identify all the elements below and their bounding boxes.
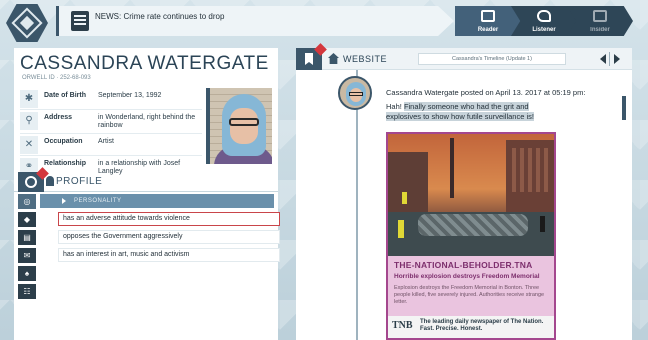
orwell-id: ORWELL ID · 252-68-093 xyxy=(22,75,91,81)
post-text-plain: Hah! xyxy=(386,102,402,111)
mode-listener-button[interactable]: Listener xyxy=(511,6,577,36)
article-source[interactable]: THE-NATIONAL-BEHOLDER.TNA xyxy=(394,260,548,270)
info-value: in Wonderland, right behind the rainbow xyxy=(98,114,196,129)
profile-portrait[interactable] xyxy=(206,88,272,164)
info-label: Relationship xyxy=(44,160,87,167)
profile-panel: CASSANDRA WATERGATE ORWELL ID · 252-68-0… xyxy=(14,48,280,340)
post-avatar[interactable] xyxy=(338,76,372,110)
category-icons: ◎ ◆ ▤ ✉ ♠ ☷ xyxy=(18,194,36,302)
browser-toolbar: WEBSITE Cassandra's Timeline (Update 1) xyxy=(296,43,632,70)
scrollbar-thumb[interactable] xyxy=(622,96,626,120)
post-text-highlight[interactable]: Finally someone who had the grit and exp… xyxy=(386,102,534,121)
news-text: NEWS: Crime rate continues to drop xyxy=(95,12,235,22)
article-image[interactable] xyxy=(388,134,554,256)
shared-article-card[interactable]: THE-NATIONAL-BEHOLDER.TNA Horrible explo… xyxy=(386,132,556,340)
mode-insider-label: Insider xyxy=(590,27,610,33)
caret-right-icon xyxy=(62,198,66,204)
personality-category-icon[interactable]: ◎ xyxy=(18,194,36,209)
book-icon xyxy=(481,10,495,22)
article-footer: TNB The leading daily newspaper of The N… xyxy=(388,316,554,338)
info-label: Date of Birth xyxy=(44,92,86,99)
contacts-category-icon[interactable]: ☷ xyxy=(18,284,36,299)
monitor-icon xyxy=(593,10,607,22)
mode-reader-button[interactable]: Reader xyxy=(455,6,521,36)
personality-label: PERSONALITY xyxy=(74,198,122,204)
nav-divider xyxy=(609,52,610,66)
info-row-address[interactable]: ⚲ Address in Wonderland, right behind th… xyxy=(20,110,202,134)
bookmark-icon xyxy=(305,53,313,65)
article-summary[interactable]: Explosion destroys the Freedom Memorial … xyxy=(394,285,548,306)
activity-category-icon[interactable]: ♠ xyxy=(18,266,36,281)
asterisk-icon: ✱ xyxy=(20,90,38,108)
post-header: Cassandra Watergate posted on April 13. … xyxy=(386,88,586,97)
news-prefix: NEWS: xyxy=(95,12,122,21)
news-headline: Crime rate continues to drop xyxy=(123,12,225,21)
document-category-icon[interactable]: ▤ xyxy=(18,230,36,245)
person-name: CASSANDRA WATERGATE xyxy=(20,53,269,74)
profile-tab-button[interactable] xyxy=(18,167,49,192)
post-text: Hah! Finally someone who had the grit an… xyxy=(386,102,560,122)
home-icon[interactable] xyxy=(328,53,339,64)
info-value: September 13, 1992 xyxy=(98,92,162,99)
tools-icon: ✕ xyxy=(20,136,38,154)
tnb-tagline: The leading daily newspaper of The Natio… xyxy=(420,319,544,332)
person-icon xyxy=(46,176,54,186)
news-ticker[interactable]: NEWS: Crime rate continues to drop xyxy=(56,6,454,36)
previous-page-icon[interactable] xyxy=(600,54,606,64)
trait-item[interactable]: has an interest in art, music and activi… xyxy=(58,248,280,262)
profile-title: PROFILE xyxy=(56,176,103,187)
url-field[interactable]: Cassandra's Timeline (Update 1) xyxy=(418,53,566,65)
location-pin-icon: ⚲ xyxy=(20,112,38,130)
mode-reader-label: Reader xyxy=(477,27,499,33)
website-label: WEBSITE xyxy=(343,54,388,64)
info-label: Address xyxy=(44,114,73,121)
info-value: Artist xyxy=(98,138,114,145)
article-body: THE-NATIONAL-BEHOLDER.TNA Horrible explo… xyxy=(388,256,554,316)
trait-item[interactable]: has an adverse attitude towards violence xyxy=(58,212,280,226)
article-headline[interactable]: Horrible explosion destroys Freedom Memo… xyxy=(394,273,548,280)
profile-section-header: PROFILE xyxy=(14,167,278,192)
info-row-dob[interactable]: ✱ Date of Birth September 13, 1992 xyxy=(20,88,202,110)
orwell-logo-icon[interactable] xyxy=(6,4,48,42)
mode-switcher: Reader Listener Insider xyxy=(455,6,645,36)
top-bar: NEWS: Crime rate continues to drop Reade… xyxy=(0,0,648,44)
personal-info-table: ✱ Date of Birth September 13, 1992 ⚲ Add… xyxy=(20,88,202,180)
chat-category-icon[interactable]: ◆ xyxy=(18,212,36,227)
trait-item[interactable]: opposes the Government aggressively xyxy=(58,230,280,244)
tnb-logo: TNB xyxy=(392,320,413,331)
ear-icon xyxy=(537,10,551,22)
timeline-line xyxy=(356,70,358,340)
mode-insider-button[interactable]: Insider xyxy=(567,6,633,36)
personality-header[interactable]: PERSONALITY xyxy=(40,194,274,208)
newspaper-icon xyxy=(71,11,89,31)
website-panel: WEBSITE Cassandra's Timeline (Update 1) … xyxy=(296,43,632,340)
next-page-icon[interactable] xyxy=(614,54,620,64)
message-category-icon[interactable]: ✉ xyxy=(18,248,36,263)
info-label: Occupation xyxy=(44,138,83,145)
people-icon xyxy=(25,176,37,188)
info-row-occupation[interactable]: ✕ Occupation Artist xyxy=(20,134,202,156)
mode-listener-label: Listener xyxy=(532,27,556,33)
bookmark-button[interactable] xyxy=(296,43,327,70)
